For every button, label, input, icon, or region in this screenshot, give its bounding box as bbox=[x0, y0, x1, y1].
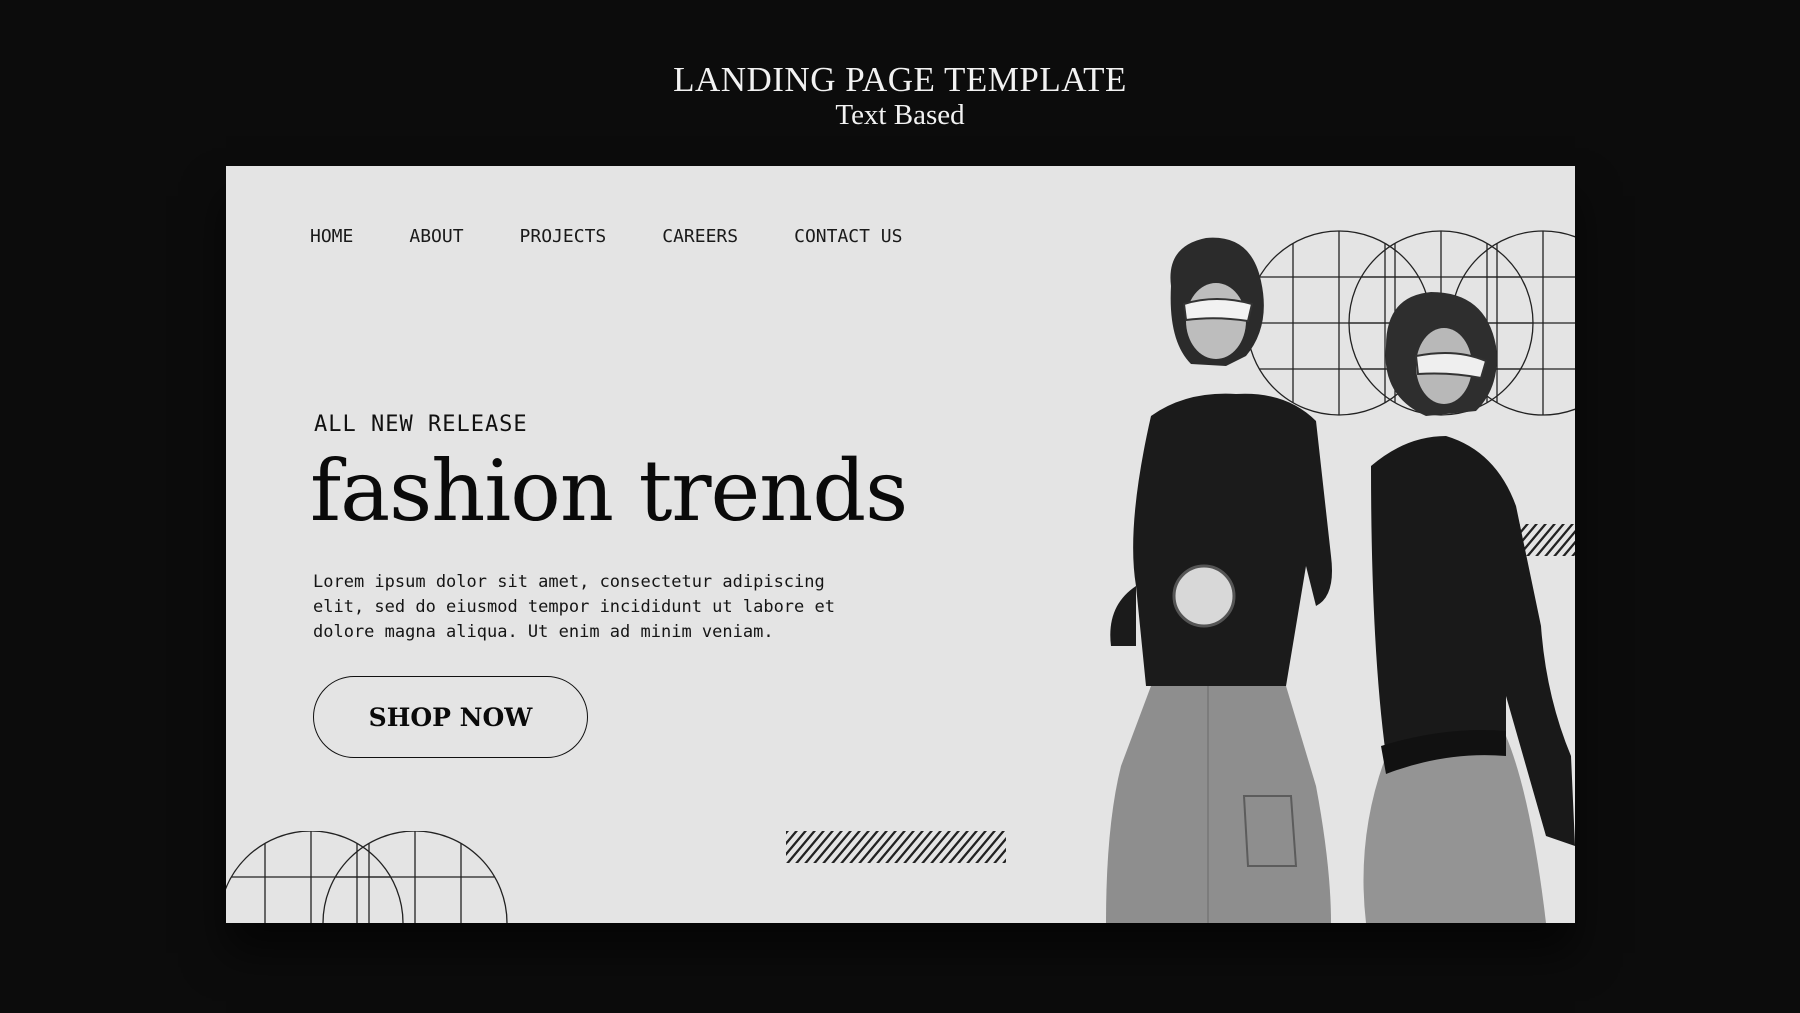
landing-page-mockup: HOME ABOUT PROJECTS CAREERS CONTACT US A… bbox=[226, 166, 1575, 923]
shop-now-button[interactable]: SHOP NOW bbox=[313, 676, 588, 758]
nav-item-contact-us[interactable]: CONTACT US bbox=[794, 226, 902, 247]
nav-item-projects[interactable]: PROJECTS bbox=[520, 226, 607, 247]
hero-headline: fashion trends bbox=[310, 442, 908, 540]
grid-circles-decoration-bottom bbox=[226, 831, 508, 923]
nav-item-home[interactable]: HOME bbox=[310, 226, 353, 247]
right-model bbox=[1363, 292, 1575, 923]
nav-item-careers[interactable]: CAREERS bbox=[662, 226, 738, 247]
hero-body-text: Lorem ipsum dolor sit amet, consectetur … bbox=[313, 572, 835, 642]
hero-eyebrow: ALL NEW RELEASE bbox=[314, 412, 528, 437]
models-photo bbox=[1106, 237, 1575, 923]
hatch-stripes-decoration bbox=[786, 831, 1006, 863]
main-nav: HOME ABOUT PROJECTS CAREERS CONTACT US bbox=[310, 226, 958, 247]
presentation-title: LANDING PAGE TEMPLATE bbox=[673, 60, 1127, 99]
left-model bbox=[1106, 237, 1332, 923]
presentation-subtitle: Text Based bbox=[835, 99, 965, 131]
nav-item-about[interactable]: ABOUT bbox=[409, 226, 463, 247]
